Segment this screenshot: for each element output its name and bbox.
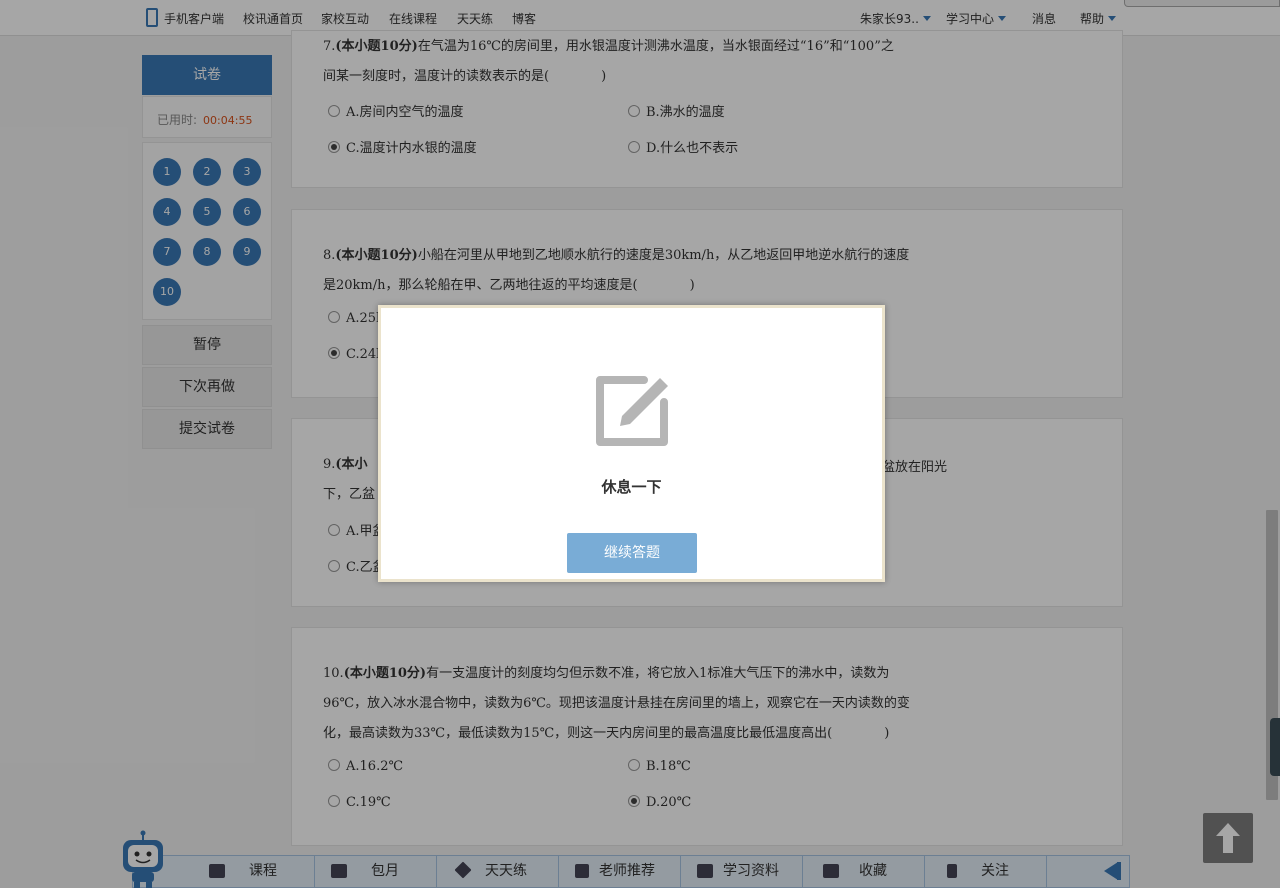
rest-dialog: 休息一下 继续答题	[378, 305, 885, 582]
dialog-title: 休息一下	[601, 478, 662, 496]
edit-icon	[596, 376, 668, 446]
continue-button[interactable]: 继续答题	[567, 533, 697, 573]
